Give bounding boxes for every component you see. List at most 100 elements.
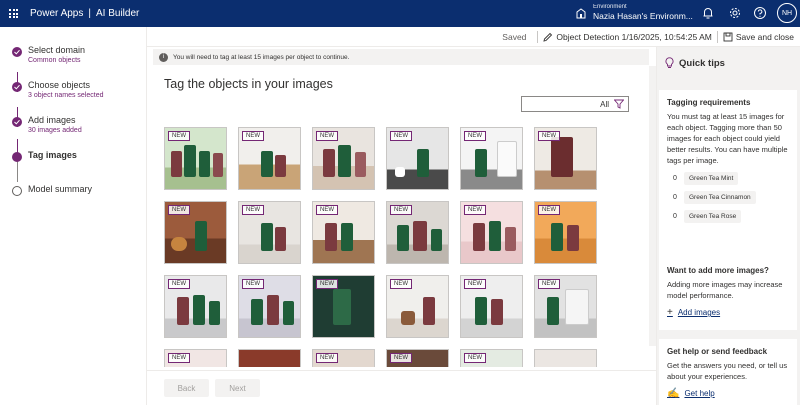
image-thumbnail[interactable]: NEW xyxy=(534,275,597,338)
scrollbar[interactable] xyxy=(649,66,656,346)
image-thumbnail[interactable]: NEW xyxy=(460,201,523,264)
step-subtitle: 3 object names selected xyxy=(28,92,104,99)
image-thumbnail[interactable]: NEW xyxy=(386,201,449,264)
image-thumbnail[interactable]: NEW xyxy=(164,349,227,367)
pencil-icon[interactable] xyxy=(543,32,553,42)
quick-tips-header: Quick tips xyxy=(665,57,725,69)
next-button[interactable]: Next xyxy=(215,379,260,397)
save-and-close-button[interactable]: Save and close xyxy=(736,32,794,42)
card-title: Get help or send feedback xyxy=(667,347,768,356)
new-badge: NEW xyxy=(464,205,486,215)
tag-count-row: 0 Green Tea Mint xyxy=(667,172,789,185)
lightbulb-icon xyxy=(665,57,674,68)
new-badge: NEW xyxy=(316,353,338,363)
environment-icon xyxy=(576,7,586,18)
filter-icon xyxy=(614,99,624,109)
step-title: Add images xyxy=(28,115,76,125)
image-thumbnail[interactable]: NEW xyxy=(460,349,523,367)
add-more-images-card: Want to add more images? Adding more ima… xyxy=(659,258,797,330)
image-thumbnail[interactable]: NEW xyxy=(312,275,375,338)
environment-label: Environment xyxy=(593,4,627,10)
new-badge: NEW xyxy=(242,279,264,289)
gear-icon[interactable] xyxy=(728,6,742,20)
step-title: Tag images xyxy=(28,150,77,160)
image-thumbnail[interactable]: NEW xyxy=(386,275,449,338)
top-bar: Power Apps | AI Builder Environment Nazia … xyxy=(0,0,800,27)
model-name[interactable]: Object Detection 1/16/2025, 10:54:25 AM xyxy=(556,32,711,42)
environment-name: Nazia Hasan's Environm... xyxy=(593,11,693,21)
app-launcher-icon[interactable] xyxy=(0,0,27,27)
image-grid: NEW NEW NEW NEW NEW NEW NEW NEW NEW NEW … xyxy=(164,127,634,367)
tag-pill: Green Tea Mint xyxy=(684,172,739,185)
wizard-footer: Back Next xyxy=(147,370,656,405)
image-thumbnail[interactable]: NEW xyxy=(386,127,449,190)
new-badge: NEW xyxy=(390,353,412,363)
new-badge: NEW xyxy=(390,279,412,289)
image-thumbnail[interactable]: NEW xyxy=(312,127,375,190)
new-badge: NEW xyxy=(390,131,412,141)
main-content: Tag the objects in your images All NEW N… xyxy=(147,65,656,405)
image-thumbnail[interactable]: NEW xyxy=(164,275,227,338)
add-images-link[interactable]: + Add images xyxy=(667,307,789,318)
image-thumbnail[interactable]: NEW xyxy=(238,275,301,338)
add-images-label: Add images xyxy=(677,308,721,317)
tag-count-row: 0 Green Tea Cinnamon xyxy=(667,191,789,204)
card-body: Get the answers you need, or tell us abo… xyxy=(667,361,788,381)
image-thumbnail[interactable]: NEW xyxy=(164,201,227,264)
image-thumbnail[interactable]: NEW xyxy=(460,127,523,190)
step-subtitle: 30 images added xyxy=(28,127,82,134)
bell-icon[interactable] xyxy=(701,6,715,20)
wizard-steps: Select domain Common objects Choose obje… xyxy=(0,27,147,405)
new-badge: NEW xyxy=(464,131,486,141)
new-badge: NEW xyxy=(168,131,190,141)
new-badge: NEW xyxy=(538,131,560,141)
tag-count: 0 xyxy=(673,194,677,201)
app-name[interactable]: Power Apps xyxy=(30,8,83,19)
image-thumbnail[interactable] xyxy=(238,349,301,367)
new-badge: NEW xyxy=(538,279,560,289)
divider xyxy=(716,30,718,43)
checkmark-icon xyxy=(12,117,22,127)
new-badge: NEW xyxy=(242,205,264,215)
tag-count: 0 xyxy=(673,175,677,182)
step-title: Select domain xyxy=(28,45,86,55)
tag-pill: Green Tea Rose xyxy=(684,210,742,223)
new-badge: NEW xyxy=(316,205,338,215)
help-icon[interactable] xyxy=(753,6,767,20)
image-thumbnail[interactable]: NEW xyxy=(238,201,301,264)
filter-value: All xyxy=(600,99,609,109)
checkmark-icon xyxy=(12,82,22,92)
image-thumbnail[interactable]: NEW xyxy=(386,349,449,367)
step-pending-icon xyxy=(12,186,22,196)
image-thumbnail[interactable] xyxy=(534,349,597,367)
command-bar: Saved Object Detection 1/16/2025, 10:54:… xyxy=(147,27,800,47)
get-help-link[interactable]: ✍ Get help xyxy=(667,388,789,399)
warning-text: You will need to tag at least 15 images … xyxy=(173,53,350,61)
image-thumbnail[interactable]: NEW xyxy=(460,275,523,338)
image-thumbnail[interactable]: NEW xyxy=(238,127,301,190)
card-title: Tagging requirements xyxy=(667,98,751,107)
new-badge: NEW xyxy=(168,205,190,215)
quick-tips-panel: Quick tips Tagging requirements You must… xyxy=(656,47,800,405)
image-thumbnail[interactable]: NEW xyxy=(534,201,597,264)
brand: Power Apps | AI Builder xyxy=(30,8,140,19)
warning-banner: i You will need to tag at least 15 image… xyxy=(153,49,649,65)
filter-dropdown[interactable]: All xyxy=(521,96,629,112)
back-button[interactable]: Back xyxy=(164,379,209,397)
image-thumbnail[interactable]: NEW xyxy=(534,127,597,190)
environment-picker[interactable]: Environment Nazia Hasan's Environm... xyxy=(575,4,693,21)
new-badge: NEW xyxy=(168,279,190,289)
tag-pill: Green Tea Cinnamon xyxy=(684,191,756,204)
image-thumbnail[interactable]: NEW xyxy=(312,201,375,264)
checkmark-icon xyxy=(12,47,22,57)
page-title: Tag the objects in your images xyxy=(164,77,333,91)
avatar[interactable]: NH xyxy=(777,3,797,23)
image-thumbnail[interactable]: NEW xyxy=(164,127,227,190)
new-badge: NEW xyxy=(464,353,486,363)
get-help-label: Get help xyxy=(684,389,715,398)
new-badge: NEW xyxy=(390,205,412,215)
image-thumbnail[interactable]: NEW xyxy=(312,349,375,367)
step-title: Choose objects xyxy=(28,80,91,90)
section-name: AI Builder xyxy=(95,8,140,19)
step-active-icon xyxy=(12,152,22,162)
